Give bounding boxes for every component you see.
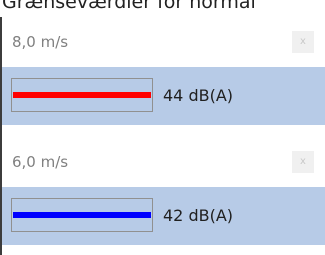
line-style-swatch[interactable] bbox=[11, 198, 153, 232]
legend-row-1[interactable]: 44 dB(A) bbox=[2, 67, 325, 125]
wind-speed-field-2[interactable]: 6,0 m/s x bbox=[2, 137, 325, 187]
wind-speed-value: 6,0 m/s bbox=[12, 153, 69, 171]
line-style-swatch[interactable] bbox=[11, 78, 153, 112]
noise-limit-label: 42 dB(A) bbox=[163, 206, 234, 225]
series-line-sample bbox=[13, 212, 151, 218]
series-line-sample bbox=[13, 92, 151, 98]
noise-limit-label: 44 dB(A) bbox=[163, 86, 234, 105]
legend-row-2[interactable]: 42 dB(A) bbox=[2, 187, 325, 245]
clear-button[interactable]: x bbox=[292, 151, 314, 173]
section-header: Grænseværdier for normal bbox=[2, 0, 256, 13]
wind-speed-value: 8,0 m/s bbox=[12, 33, 69, 51]
wind-speed-field-1[interactable]: 8,0 m/s x bbox=[2, 17, 325, 67]
clear-button[interactable]: x bbox=[292, 31, 314, 53]
